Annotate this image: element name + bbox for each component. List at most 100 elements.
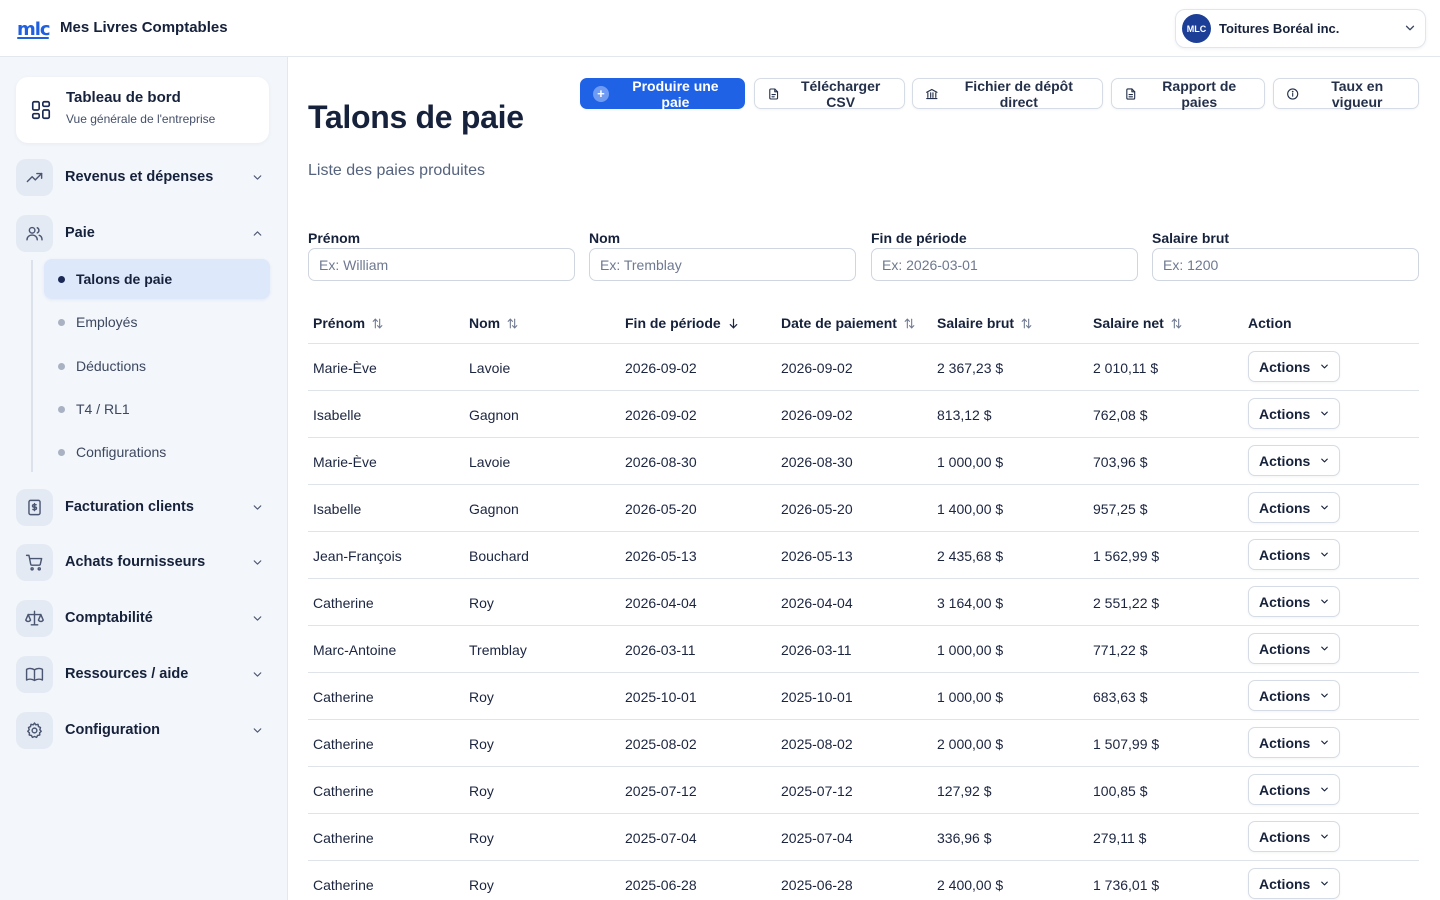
cell-date: 2025-06-28 [781,877,853,893]
chevron-down-icon [1321,364,1329,369]
row-actions-button[interactable]: Actions [1248,868,1340,899]
table-row: Isabelle Gagnon 2026-09-02 2026-09-02 813,12… [308,391,1419,438]
bank-icon [926,88,938,99]
sidebar-item-achats-fournisseurs[interactable]: Achats fournisseurs [16,544,270,584]
sidebar-item-configurations[interactable]: Configurations [44,432,270,472]
column-header-nom[interactable]: Nom [469,315,519,331]
cell-nom: Bouchard [469,548,529,564]
table-row: Marie-Ève Lavoie 2026-08-30 2026-08-30 1 000… [308,438,1419,485]
info-icon [1287,87,1299,100]
cell-nom: Gagnon [469,407,519,423]
top-bar: mlc Mes Livres Comptables MLC Toitures B… [0,0,1440,57]
sidebar-item-t4-rl1[interactable]: T4 / RL1 [44,389,270,429]
chevron-up-icon [253,231,262,236]
cell-net: 2 551,22 $ [1093,595,1160,611]
sidebar-item-comptabilite[interactable]: Comptabilité [16,600,270,640]
button-label: Actions [1259,781,1311,798]
row-actions-button[interactable]: Actions [1248,351,1340,382]
cell-prenom: Catherine [313,736,374,752]
button-label: Actions [1259,640,1311,657]
button-label: Fichier de dépôt direct [964,77,1073,110]
cell-date: 2025-10-01 [781,689,853,705]
cell-date: 2026-05-20 [781,501,853,517]
sidebar-group-label: Ressources / aide [65,666,189,682]
download-csv-button[interactable]: Télécharger CSV [754,78,905,110]
cell-net: 1 507,99 $ [1093,736,1160,752]
company-selector[interactable]: MLC Toitures Boréal inc. [1175,9,1426,48]
sort-icon [1021,318,1032,328]
sidebar-item-ressources-aide[interactable]: Ressources / aide [16,656,270,696]
sidebar-item-facturation-clients[interactable]: Facturation clients [16,489,270,529]
column-header-salaire-net[interactable]: Salaire net [1093,315,1183,331]
chevron-down-icon [1321,552,1329,557]
cell-prenom: Marc-Antoine [313,642,397,658]
cell-prenom: Catherine [313,689,374,705]
sidebar-item-revenus-depenses[interactable]: Revenus et dépenses [16,159,270,199]
sidebar-item-dashboard[interactable]: Tableau de bord Vue générale de l'entrep… [16,77,269,143]
bullet-dot [58,276,65,283]
sidebar-item-talons-de-paie[interactable]: Talons de paie [44,259,270,299]
column-header-fin-periode[interactable]: Fin de période [625,315,740,331]
cell-nom: Roy [469,689,494,705]
chevron-down-icon [1321,458,1329,463]
direct-deposit-file-button[interactable]: Fichier de dépôt direct [912,77,1103,110]
row-actions-button[interactable]: Actions [1248,539,1340,570]
chevron-down-icon [253,616,262,621]
sidebar-item-employes[interactable]: Employés [44,302,270,342]
row-actions-button[interactable]: Actions [1248,586,1340,617]
table-header: Prénom Nom Fin de période Date de paieme… [308,300,1419,344]
cell-net: 1 736,01 $ [1093,877,1160,893]
button-label: Actions [1259,687,1311,704]
cell-nom: Roy [469,783,494,799]
row-actions-button[interactable]: Actions [1248,633,1340,664]
cell-date: 2026-09-02 [781,360,853,376]
button-label: Rapport de paies [1162,77,1237,110]
row-actions-button[interactable]: Actions [1248,398,1340,429]
button-label: Actions [1259,546,1311,563]
submenu-label: Déductions [76,358,147,374]
filter-label-fin-periode: Fin de période [871,230,967,246]
cell-brut: 1 400,00 $ [937,501,1004,517]
filter-prenom-input[interactable] [308,248,575,281]
row-actions-button[interactable]: Actions [1248,774,1340,805]
cell-prenom: Isabelle [313,407,362,423]
cell-net: 1 562,99 $ [1093,548,1160,564]
row-actions-button[interactable]: Actions [1248,727,1340,758]
filter-fin-periode-input[interactable] [871,248,1138,281]
bullet-dot [58,449,65,456]
company-name: Toitures Boréal inc. [1219,21,1340,36]
row-actions-button[interactable]: Actions [1248,445,1340,476]
filter-salaire-brut-input[interactable] [1152,248,1419,281]
row-actions-button[interactable]: Actions [1248,492,1340,523]
pay-report-button[interactable]: Rapport de paies [1111,77,1265,110]
row-actions-button[interactable]: Actions [1248,821,1340,852]
cell-prenom: Catherine [313,830,374,846]
sidebar-item-deductions[interactable]: Déductions [44,346,270,386]
cell-date: 2025-07-04 [781,830,853,846]
sort-icon [372,318,383,328]
cell-nom: Roy [469,877,494,893]
column-header-date-paiement[interactable]: Date de paiement [781,315,916,331]
chevron-down-icon [1405,25,1415,31]
cell-net: 703,96 $ [1093,454,1148,470]
produce-pay-button[interactable]: + Produire une paie [580,77,745,110]
cell-fin: 2025-08-02 [625,736,697,752]
cell-brut: 1 000,00 $ [937,689,1004,705]
sidebar-item-paie[interactable]: Paie [16,215,270,255]
table-row: Isabelle Gagnon 2026-05-20 2026-05-20 1 400,… [308,485,1419,532]
column-header-salaire-brut[interactable]: Salaire brut [937,315,1033,331]
chevron-down-icon [1321,411,1329,416]
sidebar-item-configuration[interactable]: Configuration [16,712,270,752]
button-label: Taux en vigueur [1331,77,1384,110]
current-rates-button[interactable]: Taux en vigueur [1273,77,1419,110]
cell-brut: 3 164,00 $ [937,595,1004,611]
book-icon [25,667,44,682]
button-label: Actions [1259,405,1311,422]
chevron-down-icon [1321,787,1329,792]
button-label: Produire une paie [632,77,719,110]
filter-nom-input[interactable] [589,248,856,281]
column-header-prenom[interactable]: Prénom [313,315,384,331]
table-row: Jean-François Bouchard 2026-05-13 2026-05-1… [308,532,1419,579]
row-actions-button[interactable]: Actions [1248,680,1340,711]
app-logo[interactable]: mlc [17,18,51,40]
